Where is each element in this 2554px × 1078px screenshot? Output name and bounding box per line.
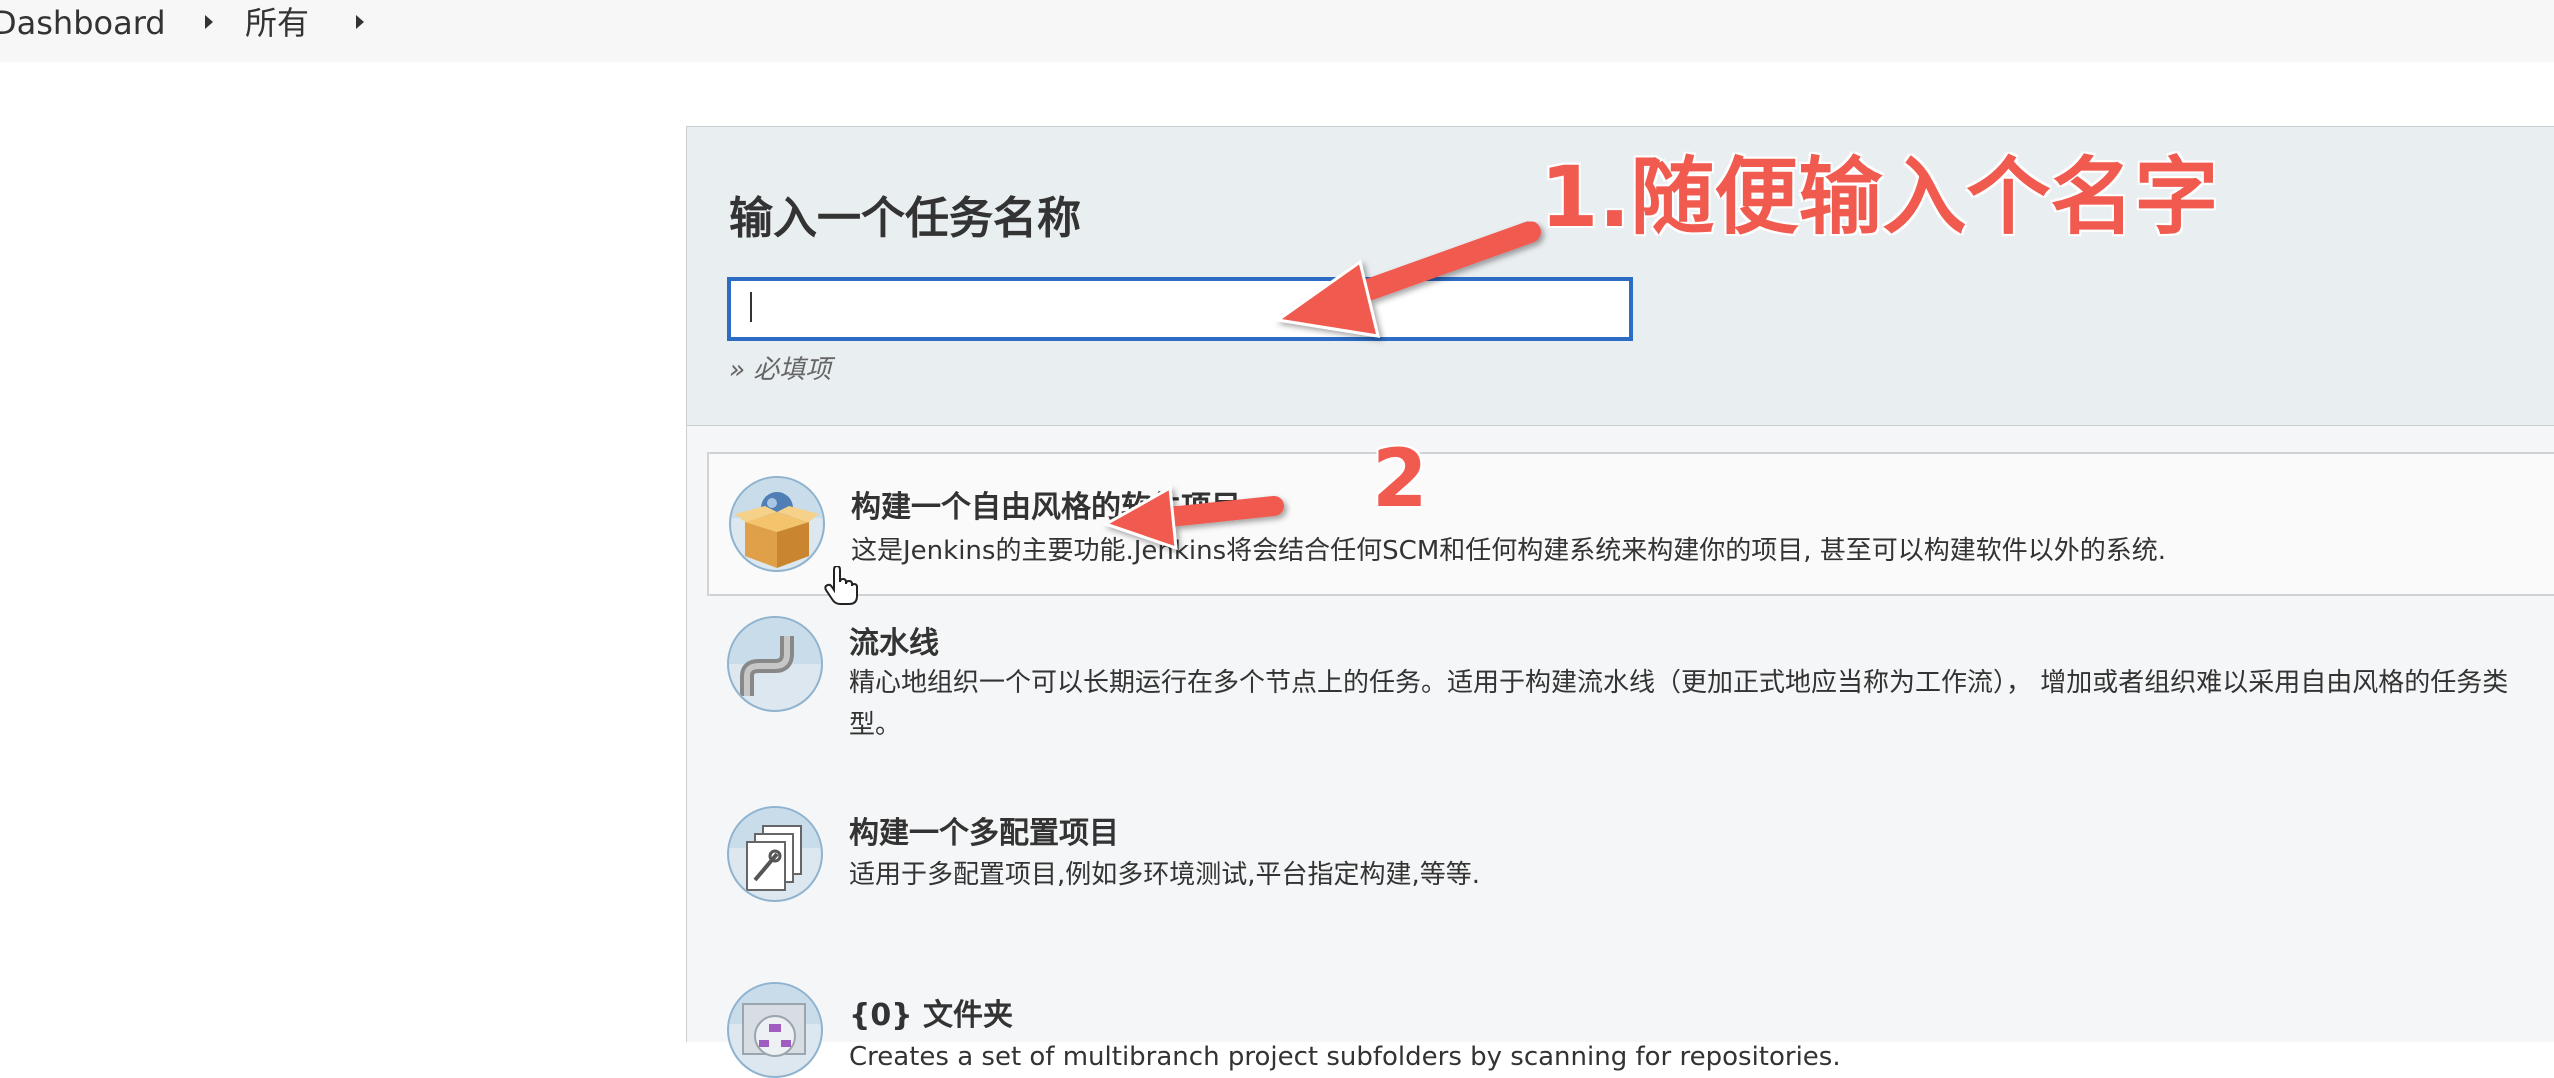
item-type-description: Creates a set of multibranch project sub…: [849, 1042, 1841, 1072]
annotation-step1: 1.随便输入个名字: [1540, 148, 2219, 246]
annotation-step2: 2: [1372, 432, 1428, 525]
arrow-to-freestyle-icon: [1102, 485, 1284, 551]
hand-cursor-icon: [824, 566, 858, 605]
arrow-to-input-icon: [1274, 221, 1541, 338]
